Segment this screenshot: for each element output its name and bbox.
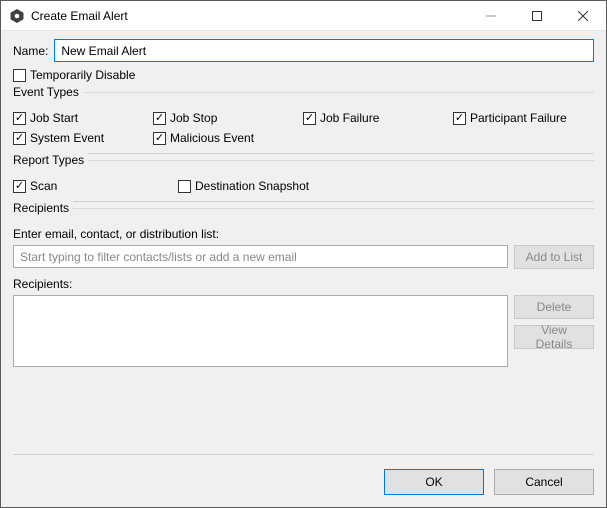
window-controls <box>468 1 606 30</box>
add-to-list-button[interactable]: Add to List <box>514 245 594 269</box>
scan-label: Scan <box>30 179 57 193</box>
minimize-button[interactable] <box>468 1 514 30</box>
delete-button[interactable]: Delete <box>514 295 594 319</box>
window-title: Create Email Alert <box>31 9 468 23</box>
dialog-footer: OK Cancel <box>13 455 594 495</box>
report-types-group: Report Types Scan Destination Snapshot <box>13 160 594 202</box>
system-event-label: System Event <box>30 131 104 145</box>
destination-snapshot-label: Destination Snapshot <box>195 179 309 193</box>
job-stop-checkbox[interactable] <box>153 112 166 125</box>
participant-failure-label: Participant Failure <box>470 111 567 125</box>
dialog-content: Name: Temporarily Disable Event Types Jo… <box>1 31 606 507</box>
recipients-group: Recipients Enter email, contact, or dist… <box>13 208 594 455</box>
job-stop-label: Job Stop <box>170 111 217 125</box>
view-details-button[interactable]: View Details <box>514 325 594 349</box>
recipients-legend: Recipients <box>13 201 73 215</box>
event-types-group: Event Types Job Start Job Stop Job Failu… <box>13 92 594 154</box>
recipient-input[interactable] <box>13 245 508 268</box>
enter-email-label: Enter email, contact, or distribution li… <box>13 227 594 241</box>
malicious-event-checkbox[interactable] <box>153 132 166 145</box>
scan-checkbox[interactable] <box>13 180 26 193</box>
app-icon <box>9 8 25 24</box>
recipients-list[interactable] <box>13 295 508 367</box>
temp-disable-label: Temporarily Disable <box>30 68 135 82</box>
report-types-legend: Report Types <box>13 153 88 167</box>
recipients-list-label: Recipients: <box>13 277 594 291</box>
name-label: Name: <box>13 44 48 58</box>
system-event-checkbox[interactable] <box>13 132 26 145</box>
titlebar: Create Email Alert <box>1 1 606 31</box>
maximize-button[interactable] <box>514 1 560 30</box>
malicious-event-label: Malicious Event <box>170 131 254 145</box>
job-start-label: Job Start <box>30 111 78 125</box>
name-input[interactable] <box>54 39 594 62</box>
job-failure-label: Job Failure <box>320 111 379 125</box>
event-types-legend: Event Types <box>13 85 83 99</box>
ok-button[interactable]: OK <box>384 469 484 495</box>
temp-disable-checkbox[interactable] <box>13 69 26 82</box>
participant-failure-checkbox[interactable] <box>453 112 466 125</box>
cancel-button[interactable]: Cancel <box>494 469 594 495</box>
job-start-checkbox[interactable] <box>13 112 26 125</box>
destination-snapshot-checkbox[interactable] <box>178 180 191 193</box>
job-failure-checkbox[interactable] <box>303 112 316 125</box>
close-button[interactable] <box>560 1 606 30</box>
